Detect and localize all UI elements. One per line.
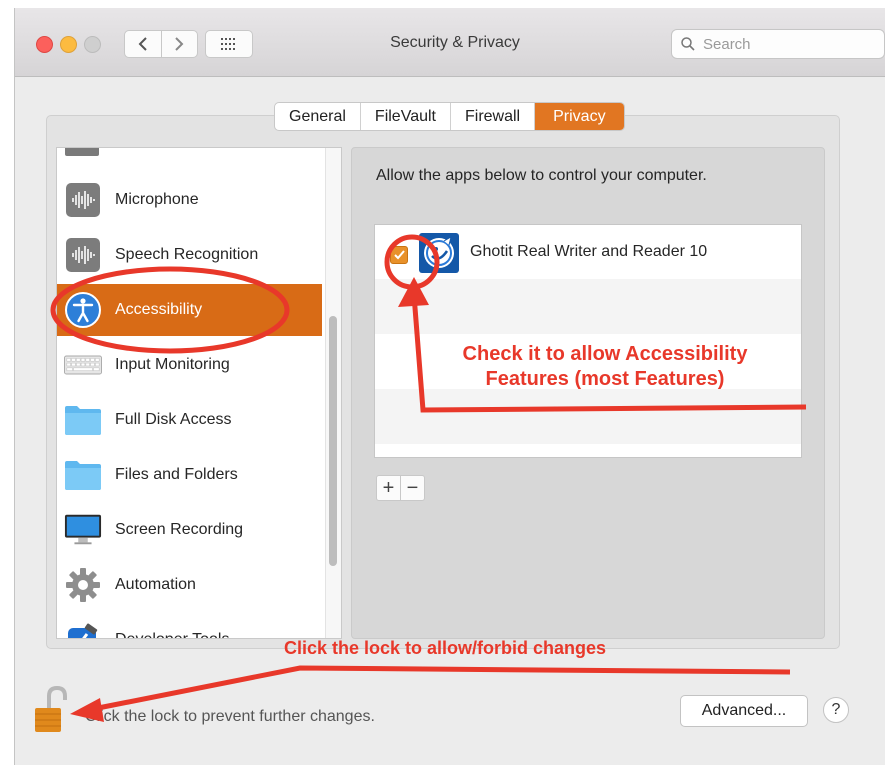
- sidebar-scroll-thumb[interactable]: [329, 316, 337, 566]
- sidebar-item-label: Automation: [115, 576, 196, 593]
- list-item[interactable]: Ghotit Real Writer and Reader 10: [375, 225, 801, 279]
- sidebar-item-label: Microphone: [115, 191, 199, 208]
- minimize-window-button[interactable]: [60, 36, 77, 53]
- search-input[interactable]: [701, 34, 865, 54]
- checkbox-annotation-line2: Features (most Features): [485, 368, 725, 390]
- checkbox-annotation: Check it to allow Accessibility Features…: [405, 342, 805, 392]
- display-icon: [64, 511, 102, 549]
- folder-icon: [64, 456, 102, 494]
- keyboard-icon: [64, 346, 102, 384]
- remove-app-button[interactable]: −: [401, 476, 424, 500]
- sidebar-item-files-and-folders[interactable]: Files and Folders: [57, 449, 322, 501]
- sidebar-item-automation[interactable]: Automation: [57, 559, 322, 611]
- app-name: Ghotit Real Writer and Reader 10: [470, 243, 708, 260]
- show-all-button[interactable]: [205, 30, 253, 58]
- app-list[interactable]: Ghotit Real Writer and Reader 10: [374, 224, 802, 458]
- privacy-category-list[interactable]: Microphone Speech Recognition Accessibil…: [56, 147, 342, 639]
- permissions-description: Allow the apps below to control your com…: [376, 167, 707, 184]
- app-enable-checkbox[interactable]: [390, 246, 408, 264]
- add-app-button[interactable]: +: [377, 476, 401, 500]
- search-field[interactable]: [671, 29, 885, 59]
- tab-privacy[interactable]: Privacy: [535, 103, 624, 130]
- add-remove-controls: + −: [376, 475, 425, 501]
- empty-list-row: [375, 389, 801, 444]
- ghotit-app-icon: [419, 233, 459, 273]
- sidebar-item-label: Accessibility: [115, 301, 203, 318]
- sidebar-item-input-monitoring[interactable]: Input Monitoring: [57, 339, 322, 391]
- speech-recognition-icon: [64, 236, 102, 274]
- developer-tools-icon: [64, 621, 102, 638]
- sidebar-item-label: Screen Recording: [115, 521, 244, 538]
- sidebar-item-label: Full Disk Access: [115, 411, 232, 428]
- lock-status-text: Click the lock to prevent further change…: [85, 708, 375, 725]
- sidebar-item-label: Files and Folders: [115, 466, 238, 483]
- tab-general[interactable]: General: [275, 103, 361, 130]
- grid-icon: [221, 38, 235, 50]
- forward-button[interactable]: [162, 31, 198, 57]
- sidebar-item-label: Input Monitoring: [115, 356, 230, 373]
- sidebar-item-accessibility[interactable]: Accessibility: [57, 284, 322, 336]
- chevron-left-icon: [138, 37, 147, 51]
- gear-icon: [64, 566, 102, 604]
- checkmark-icon: [393, 250, 405, 260]
- help-button[interactable]: ?: [823, 697, 849, 723]
- sidebar-item-label: Speech Recognition: [115, 246, 259, 263]
- titlebar: Security & Privacy: [15, 8, 885, 77]
- sidebar-item-full-disk-access[interactable]: Full Disk Access: [57, 394, 322, 446]
- zoom-window-button[interactable]: [84, 36, 101, 53]
- lock-icon[interactable]: [31, 686, 73, 734]
- sidebar-item-screen-recording[interactable]: Screen Recording: [57, 504, 322, 556]
- back-button[interactable]: [125, 31, 162, 57]
- chevron-right-icon: [175, 37, 184, 51]
- checkbox-annotation-line1: Check it to allow Accessibility: [462, 343, 748, 365]
- microphone-icon: [64, 181, 102, 219]
- close-window-button[interactable]: [36, 36, 53, 53]
- sidebar-item-speech-recognition[interactable]: Speech Recognition: [57, 229, 322, 281]
- tab-firewall[interactable]: Firewall: [451, 103, 536, 130]
- tab-bar: General FileVault Firewall Privacy: [274, 102, 625, 131]
- folder-icon: [64, 401, 102, 439]
- sidebar-item-microphone[interactable]: Microphone: [57, 174, 322, 226]
- sidebar-item-label: Developer Tools: [115, 631, 229, 638]
- accessibility-icon: [64, 291, 102, 329]
- lock-annotation: Click the lock to allow/forbid changes: [284, 638, 607, 658]
- tab-filevault[interactable]: FileVault: [361, 103, 451, 130]
- window-title: Security & Privacy: [390, 34, 520, 51]
- advanced-button[interactable]: Advanced...: [680, 695, 808, 727]
- sidebar-item-developer-tools[interactable]: Developer Tools: [57, 614, 322, 638]
- previous-item-icon: [65, 148, 99, 156]
- search-icon: [681, 37, 695, 51]
- navigation-buttons: [124, 30, 198, 58]
- empty-list-row: [375, 279, 801, 334]
